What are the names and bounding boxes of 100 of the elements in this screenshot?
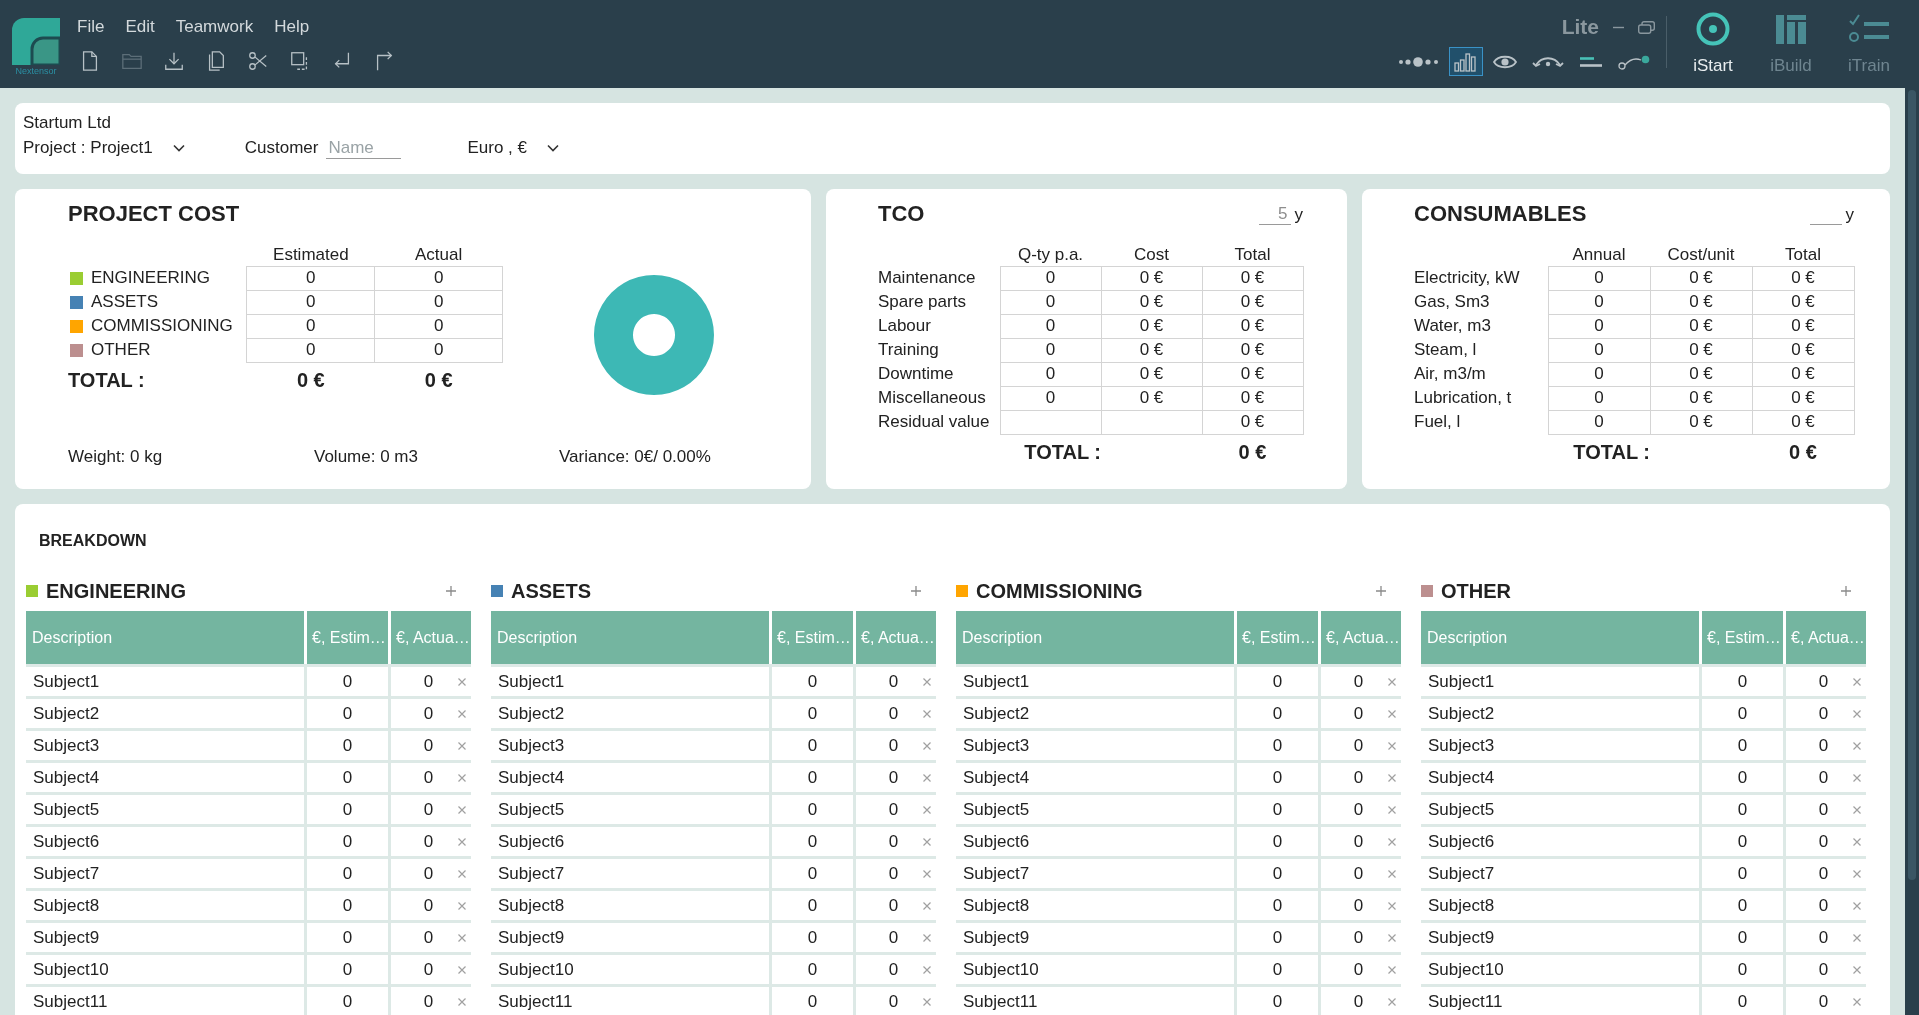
- delete-icon[interactable]: [1388, 837, 1396, 846]
- cell-value: 0: [887, 703, 900, 724]
- plus-icon[interactable]: [911, 586, 921, 596]
- table-cell: 0: [1548, 290, 1650, 314]
- total-value: 0 €: [374, 362, 503, 392]
- cell-value: 0: [422, 671, 435, 692]
- bar-chart-icon: [1454, 51, 1478, 72]
- column-header[interactable]: €, Estim…: [1237, 611, 1318, 664]
- table-cell: 0: [1237, 987, 1318, 1015]
- cell-value: 0: [422, 895, 435, 916]
- delete-icon[interactable]: [1388, 997, 1396, 1006]
- delete-icon[interactable]: [1388, 805, 1396, 814]
- table-cell: Subject8: [956, 891, 1234, 920]
- delete-icon[interactable]: [1853, 997, 1861, 1006]
- column-header[interactable]: Description: [26, 611, 304, 664]
- minimize-icon[interactable]: [1613, 25, 1624, 29]
- table-cell: 0: [1237, 667, 1318, 696]
- cell-value: 0: [422, 927, 435, 948]
- scissors-icon[interactable]: [247, 49, 269, 73]
- menu-item[interactable]: Help: [274, 16, 310, 38]
- delete-icon[interactable]: [1853, 677, 1861, 686]
- scrollbar-thumb[interactable]: [1908, 90, 1916, 880]
- delete-icon[interactable]: [1388, 677, 1396, 686]
- delete-icon[interactable]: [1388, 965, 1396, 974]
- cell-value: 0: [422, 799, 435, 820]
- column-header[interactable]: €, Actua…: [1786, 611, 1866, 664]
- delete-icon[interactable]: [923, 965, 931, 974]
- delete-icon[interactable]: [923, 773, 931, 782]
- delete-icon[interactable]: [1388, 741, 1396, 750]
- cell-value: 0: [1817, 863, 1830, 884]
- delete-icon[interactable]: [458, 773, 466, 782]
- cell-value: 0: [887, 991, 900, 1012]
- delete-icon[interactable]: [1853, 709, 1861, 718]
- module-tab[interactable]: iStart: [1677, 12, 1749, 76]
- delete-icon[interactable]: [923, 837, 931, 846]
- table-cell: 0: [307, 891, 388, 920]
- delete-icon[interactable]: [923, 869, 931, 878]
- delete-icon[interactable]: [1853, 837, 1861, 846]
- column-header[interactable]: €, Actua…: [1321, 611, 1401, 664]
- plus-icon[interactable]: [1376, 586, 1386, 596]
- plus-icon[interactable]: [1841, 586, 1851, 596]
- column-header[interactable]: €, Estim…: [1702, 611, 1783, 664]
- column-header: Total: [1202, 244, 1303, 266]
- cell-value: 0: [422, 959, 435, 980]
- delete-icon[interactable]: [923, 709, 931, 718]
- delete-icon[interactable]: [923, 805, 931, 814]
- delete-icon[interactable]: [923, 997, 931, 1006]
- table-cell: Subject5: [1421, 795, 1699, 824]
- module-tab[interactable]: iBuild: [1755, 12, 1827, 76]
- delete-icon[interactable]: [1388, 869, 1396, 878]
- delete-icon[interactable]: [1853, 741, 1861, 750]
- delete-icon[interactable]: [458, 997, 466, 1006]
- delete-icon[interactable]: [458, 709, 466, 718]
- column-header[interactable]: Description: [956, 611, 1234, 664]
- cell-value: 0: [1817, 703, 1830, 724]
- delete-icon[interactable]: [1388, 901, 1396, 910]
- currency-dropdown[interactable]: Euro , €: [467, 138, 559, 158]
- menu-item[interactable]: File: [77, 16, 105, 38]
- delete-icon[interactable]: [923, 933, 931, 942]
- view-mode-button[interactable]: [1449, 47, 1483, 76]
- cell-value: 0: [1817, 735, 1830, 756]
- menu-item[interactable]: Edit: [125, 16, 155, 38]
- delete-icon[interactable]: [458, 901, 466, 910]
- module-tab[interactable]: iTrain: [1833, 12, 1905, 76]
- column-header[interactable]: €, Actua…: [856, 611, 936, 664]
- table-cell: 0 €: [1650, 362, 1752, 386]
- delete-icon[interactable]: [923, 901, 931, 910]
- delete-icon[interactable]: [1853, 933, 1861, 942]
- delete-icon[interactable]: [458, 741, 466, 750]
- delete-icon[interactable]: [1853, 773, 1861, 782]
- table-cell: 0: [246, 290, 375, 314]
- delete-icon[interactable]: [458, 869, 466, 878]
- delete-icon[interactable]: [1853, 965, 1861, 974]
- scrollbar[interactable]: [1905, 88, 1919, 1015]
- delete-icon[interactable]: [458, 965, 466, 974]
- delete-icon[interactable]: [1853, 805, 1861, 814]
- delete-icon[interactable]: [1853, 901, 1861, 910]
- delete-icon[interactable]: [1388, 709, 1396, 718]
- delete-icon[interactable]: [1853, 869, 1861, 878]
- delete-icon[interactable]: [458, 677, 466, 686]
- column-header[interactable]: €, Actua…: [391, 611, 471, 664]
- delete-icon[interactable]: [923, 741, 931, 750]
- delete-icon[interactable]: [458, 805, 466, 814]
- plus-icon[interactable]: [446, 586, 456, 596]
- column-header[interactable]: Description: [491, 611, 769, 664]
- delete-icon[interactable]: [1388, 933, 1396, 942]
- table-cell: 0: [1237, 827, 1318, 856]
- restore-icon[interactable]: [1638, 20, 1655, 34]
- delete-icon[interactable]: [458, 837, 466, 846]
- delete-icon[interactable]: [1388, 773, 1396, 782]
- column-header[interactable]: €, Estim…: [772, 611, 853, 664]
- section-title: BREAKDOWN: [39, 531, 147, 551]
- delete-icon[interactable]: [458, 933, 466, 942]
- delete-icon[interactable]: [923, 677, 931, 686]
- project-dropdown[interactable]: Project1: [90, 138, 185, 158]
- table-cell: Subject4: [956, 763, 1234, 792]
- menu-item[interactable]: Teamwork: [175, 16, 254, 38]
- column-header[interactable]: €, Estim…: [307, 611, 388, 664]
- card-title: TCO: [878, 200, 925, 228]
- column-header[interactable]: Description: [1421, 611, 1699, 664]
